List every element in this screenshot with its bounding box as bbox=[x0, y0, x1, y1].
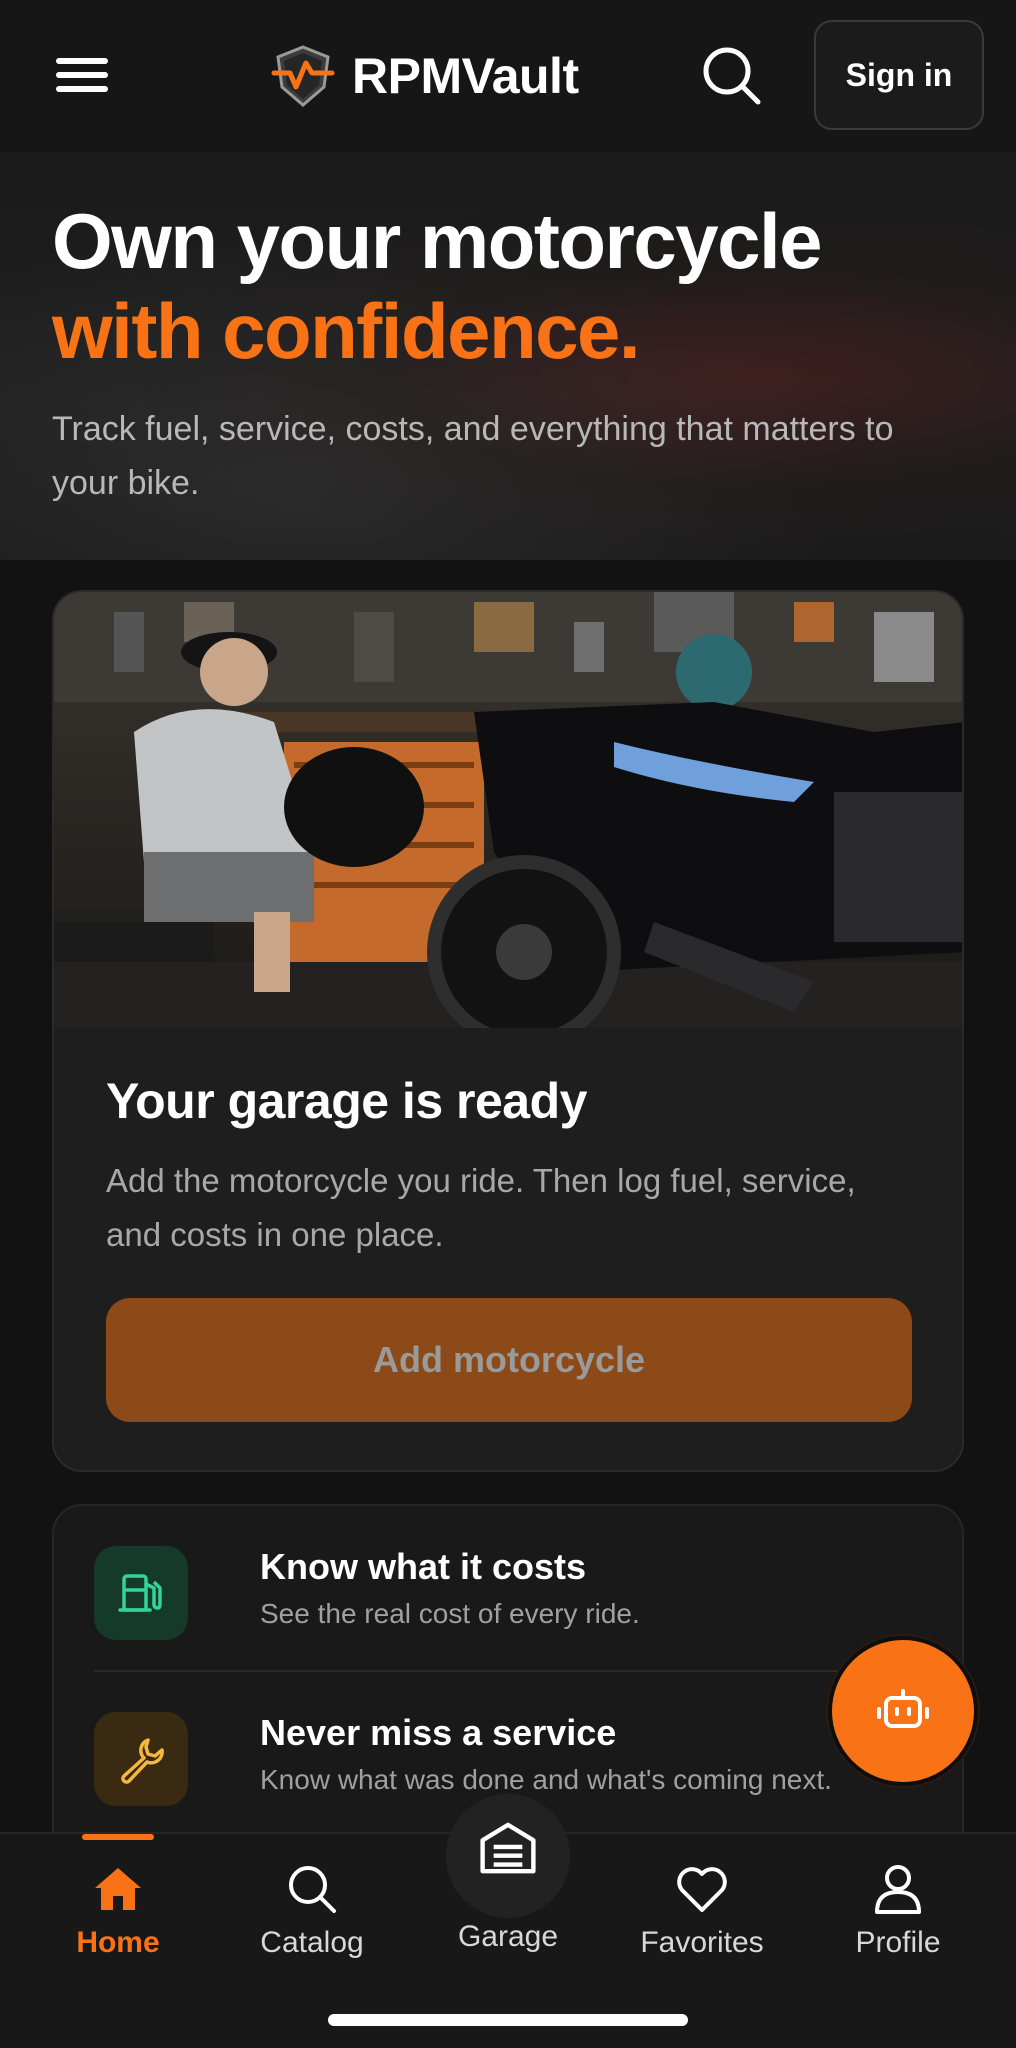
nav-label: Garage bbox=[457, 1920, 559, 1953]
rpmvault-logo bbox=[271, 45, 335, 107]
garage-card-description: Add the motorcycle you ride. Then log fu… bbox=[106, 1162, 856, 1253]
add-motorcycle-button[interactable]: Add motorcycle bbox=[106, 1298, 912, 1422]
menu-icon[interactable] bbox=[56, 50, 120, 100]
nav-garage[interactable]: Garage bbox=[418, 1822, 598, 1974]
garage-photo bbox=[54, 592, 962, 1028]
heart-icon bbox=[677, 1867, 727, 1912]
home-indicator[interactable] bbox=[328, 2014, 688, 2026]
app-name: RPMVault bbox=[352, 48, 579, 104]
garage-card: Your garage is ready Add the motorcycle … bbox=[52, 590, 964, 1472]
feature-know-costs[interactable]: Know what it costs See the real cost of … bbox=[94, 1530, 934, 1650]
sign-in-button[interactable]: Sign in bbox=[814, 20, 984, 130]
assistant-fab[interactable] bbox=[828, 1636, 978, 1786]
nav-catalog[interactable]: Catalog bbox=[222, 1834, 402, 1974]
nav-home[interactable]: Home bbox=[28, 1834, 208, 1974]
hero-subtitle: Track fuel, service, costs, and everythi… bbox=[52, 410, 894, 502]
nav-label: Profile bbox=[855, 1926, 941, 1959]
brand[interactable]: RPMVault bbox=[270, 40, 579, 112]
feature-title: Never miss a service bbox=[260, 1712, 617, 1753]
nav-label: Home bbox=[76, 1926, 160, 1959]
user-icon bbox=[875, 1865, 921, 1914]
robot-icon bbox=[877, 1689, 929, 1728]
hero-title-accent: with confidence. bbox=[52, 287, 641, 375]
search-icon bbox=[289, 1866, 336, 1913]
wrench-icon bbox=[94, 1712, 188, 1806]
nav-label: Catalog bbox=[260, 1926, 364, 1959]
nav-label: Favorites bbox=[640, 1926, 764, 1959]
search-icon[interactable] bbox=[700, 44, 764, 108]
nav-favorites[interactable]: Favorites bbox=[612, 1834, 792, 1974]
feature-subtitle: See the real cost of every ride. bbox=[260, 1598, 640, 1629]
garage-card-title: Your garage is ready bbox=[106, 1073, 587, 1129]
hero-title: Own your motorcycle bbox=[52, 197, 823, 285]
divider bbox=[94, 1670, 894, 1672]
feature-subtitle: Know what was done and what's coming nex… bbox=[260, 1764, 832, 1795]
nav-profile[interactable]: Profile bbox=[808, 1834, 988, 1974]
top-bar: RPMVault Sign in bbox=[0, 0, 1016, 152]
fuel-pump-icon bbox=[94, 1546, 188, 1640]
home-icon bbox=[95, 1868, 141, 1910]
app-screen: RPMVault Sign in Own your motorcycle wit… bbox=[0, 0, 1016, 2048]
garage-icon bbox=[480, 1822, 536, 1874]
hero-section: Own your motorcycle with confidence. Tra… bbox=[0, 152, 1016, 560]
feature-title: Know what it costs bbox=[260, 1546, 587, 1587]
